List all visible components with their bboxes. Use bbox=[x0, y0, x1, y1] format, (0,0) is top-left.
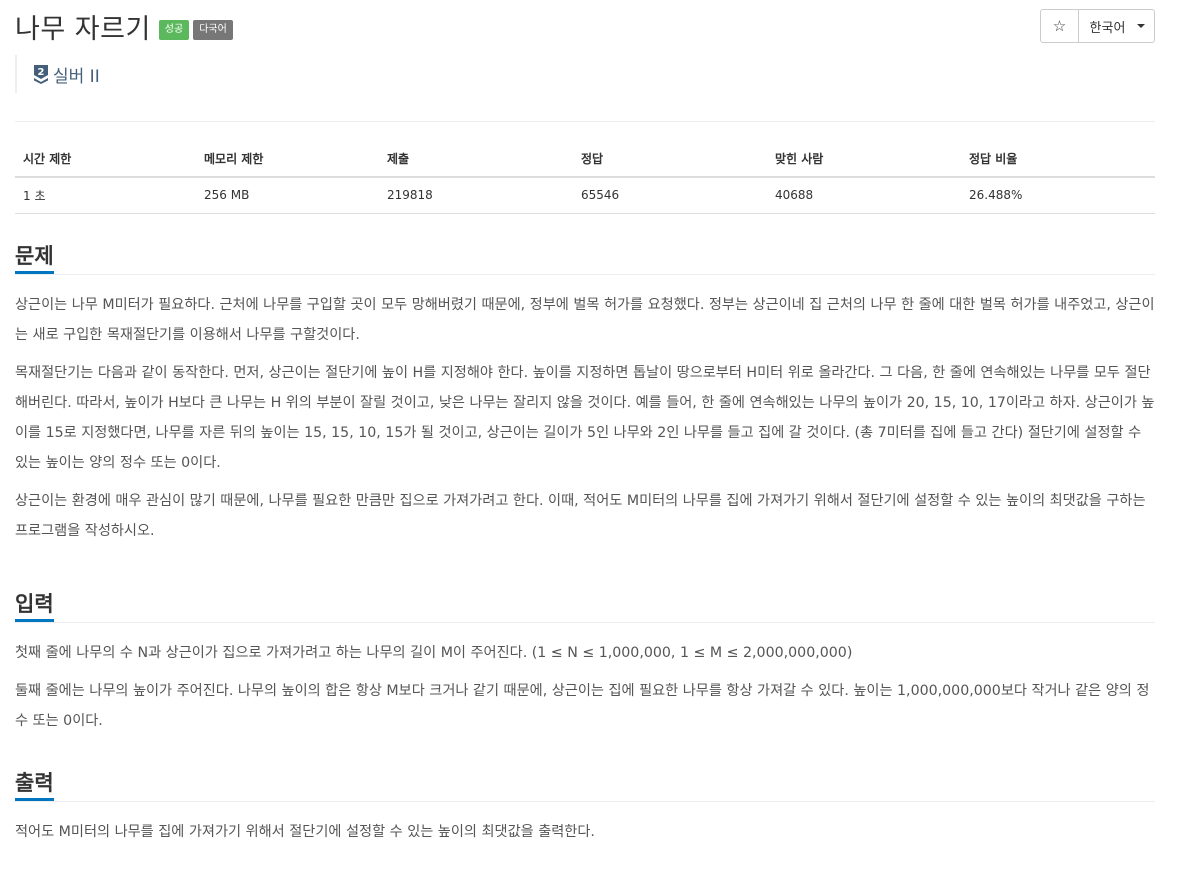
input-description: 첫째 줄에 나무의 수 N과 상근이가 집으로 가져가려고 하는 나무의 길이 … bbox=[15, 623, 1155, 736]
divider bbox=[15, 121, 1155, 122]
header-accepted: 정답 bbox=[573, 141, 767, 178]
title-row: 나무 자르기 성공 다국어 bbox=[15, 6, 233, 46]
tier-box: 2 실버 II bbox=[15, 55, 100, 93]
tier-label[interactable]: 실버 II bbox=[53, 62, 100, 87]
output-section: 출력 적어도 M미터의 나무를 집에 가져가기 위해서 절단기에 설정할 수 있… bbox=[15, 764, 1155, 855]
value-accepted[interactable]: 65546 bbox=[573, 177, 767, 214]
problem-title: 나무 자르기 bbox=[15, 13, 151, 45]
tier-number: 2 bbox=[38, 67, 45, 78]
language-label: 한국어 bbox=[1089, 20, 1126, 36]
stats-value-row: 1 초 256 MB 219818 65546 40688 26.488% bbox=[15, 177, 1155, 214]
star-icon: ☆ bbox=[1052, 17, 1067, 35]
problem-section-header: 문제 bbox=[15, 237, 1155, 275]
success-badge[interactable]: 성공 bbox=[158, 20, 190, 40]
problem-paragraph: 목재절단기는 다음과 같이 동작한다. 먼저, 상근이는 절단기에 높이 H를 … bbox=[15, 365, 1155, 471]
header-accept-ratio: 정답 비율 bbox=[961, 141, 1155, 178]
input-section: 입력 첫째 줄에 나무의 수 N과 상근이가 집으로 가져가려고 하는 나무의 … bbox=[15, 585, 1155, 744]
header-memory-limit: 메모리 제한 bbox=[196, 141, 379, 178]
output-section-header: 출력 bbox=[15, 764, 1155, 802]
value-submissions[interactable]: 219818 bbox=[379, 177, 573, 214]
stats-header-row: 시간 제한 메모리 제한 제출 정답 맞힌 사람 정답 비율 bbox=[15, 141, 1155, 178]
input-section-title: 입력 bbox=[15, 585, 54, 622]
problem-paragraph: 상근이는 환경에 매우 관심이 많기 때문에, 나무를 필요한 만큼만 집으로 … bbox=[15, 493, 1146, 539]
title-actions: ☆ 한국어 bbox=[1040, 9, 1155, 43]
problem-section: 문제 상근이는 나무 M미터가 필요하다. 근처에 나무를 구입할 곳이 모두 … bbox=[15, 237, 1155, 554]
header-submissions: 제출 bbox=[379, 141, 573, 178]
language-dropdown[interactable]: 한국어 bbox=[1079, 10, 1154, 42]
multilang-badge[interactable]: 다국어 bbox=[193, 20, 233, 40]
input-paragraph: 첫째 줄에 나무의 수 N과 상근이가 집으로 가져가려고 하는 나무의 길이 … bbox=[15, 645, 853, 661]
problem-page: 나무 자르기 성공 다국어 ☆ 한국어 2 실버 II 시간 제한 메모리 제한… bbox=[0, 0, 1193, 882]
value-time-limit: 1 초 bbox=[15, 177, 196, 214]
header-time-limit: 시간 제한 bbox=[15, 141, 196, 178]
star-button[interactable]: ☆ bbox=[1041, 10, 1079, 42]
value-solved-users[interactable]: 40688 bbox=[767, 177, 961, 214]
caret-down-icon bbox=[1137, 24, 1146, 28]
output-description: 적어도 M미터의 나무를 집에 가져가기 위해서 절단기에 설정할 수 있는 높… bbox=[15, 802, 1155, 847]
output-section-title: 출력 bbox=[15, 764, 54, 801]
problem-section-title: 문제 bbox=[15, 237, 54, 274]
input-paragraph: 둘째 줄에는 나무의 높이가 주어진다. 나무의 높이의 합은 항상 M보다 크… bbox=[15, 683, 1150, 729]
tier-badge-icon: 2 bbox=[34, 65, 48, 84]
value-memory-limit: 256 MB bbox=[196, 177, 379, 214]
stats-table: 시간 제한 메모리 제한 제출 정답 맞힌 사람 정답 비율 1 초 256 M… bbox=[15, 141, 1155, 214]
value-accept-ratio: 26.488% bbox=[961, 177, 1155, 214]
problem-paragraph: 상근이는 나무 M미터가 필요하다. 근처에 나무를 구입할 곳이 모두 망해버… bbox=[15, 297, 1155, 343]
output-paragraph: 적어도 M미터의 나무를 집에 가져가기 위해서 절단기에 설정할 수 있는 높… bbox=[15, 824, 595, 840]
header-solved-users: 맞힌 사람 bbox=[767, 141, 961, 178]
input-section-header: 입력 bbox=[15, 585, 1155, 623]
problem-description: 상근이는 나무 M미터가 필요하다. 근처에 나무를 구입할 곳이 모두 망해버… bbox=[15, 275, 1155, 546]
